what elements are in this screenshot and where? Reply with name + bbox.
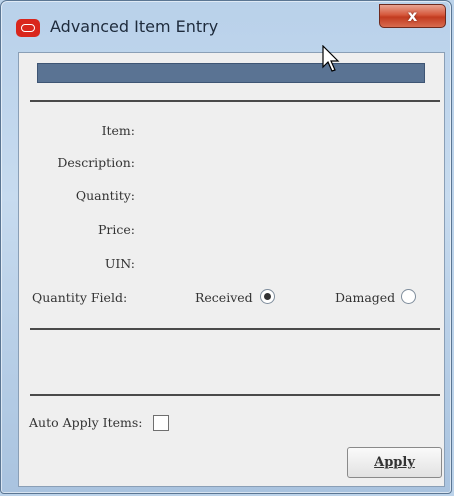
quantity-label: Quantity: [75,188,135,203]
description-label: Description: [57,155,135,170]
oracle-logo-icon [16,19,40,37]
radio-selected-dot [264,293,271,300]
price-label: Price: [98,222,135,237]
damaged-label: Damaged [335,290,396,305]
received-label: Received [195,290,253,305]
damaged-radio[interactable] [401,289,416,304]
close-button[interactable]: x [379,4,446,28]
uin-label: UIN: [104,256,135,271]
progress-bar [37,63,425,83]
item-label: Item: [101,123,135,138]
separator-middle [30,328,440,330]
auto-apply-checkbox[interactable] [153,415,169,431]
dialog-content: Item: Description: Quantity: Price: UIN:… [18,52,445,487]
received-radio[interactable] [260,289,275,304]
advanced-item-entry-window: Advanced Item Entry x Item: Description:… [0,0,452,494]
mouse-cursor-icon [322,45,340,72]
title-bar[interactable]: Advanced Item Entry x [1,1,451,45]
separator-top [30,100,440,102]
separator-bottom [30,394,440,396]
auto-apply-label: Auto Apply Items: [29,415,143,430]
window-title: Advanced Item Entry [50,17,219,36]
apply-button[interactable]: Apply [347,447,442,478]
close-icon: x [407,7,418,25]
quantity-field-label: Quantity Field: [32,290,128,305]
